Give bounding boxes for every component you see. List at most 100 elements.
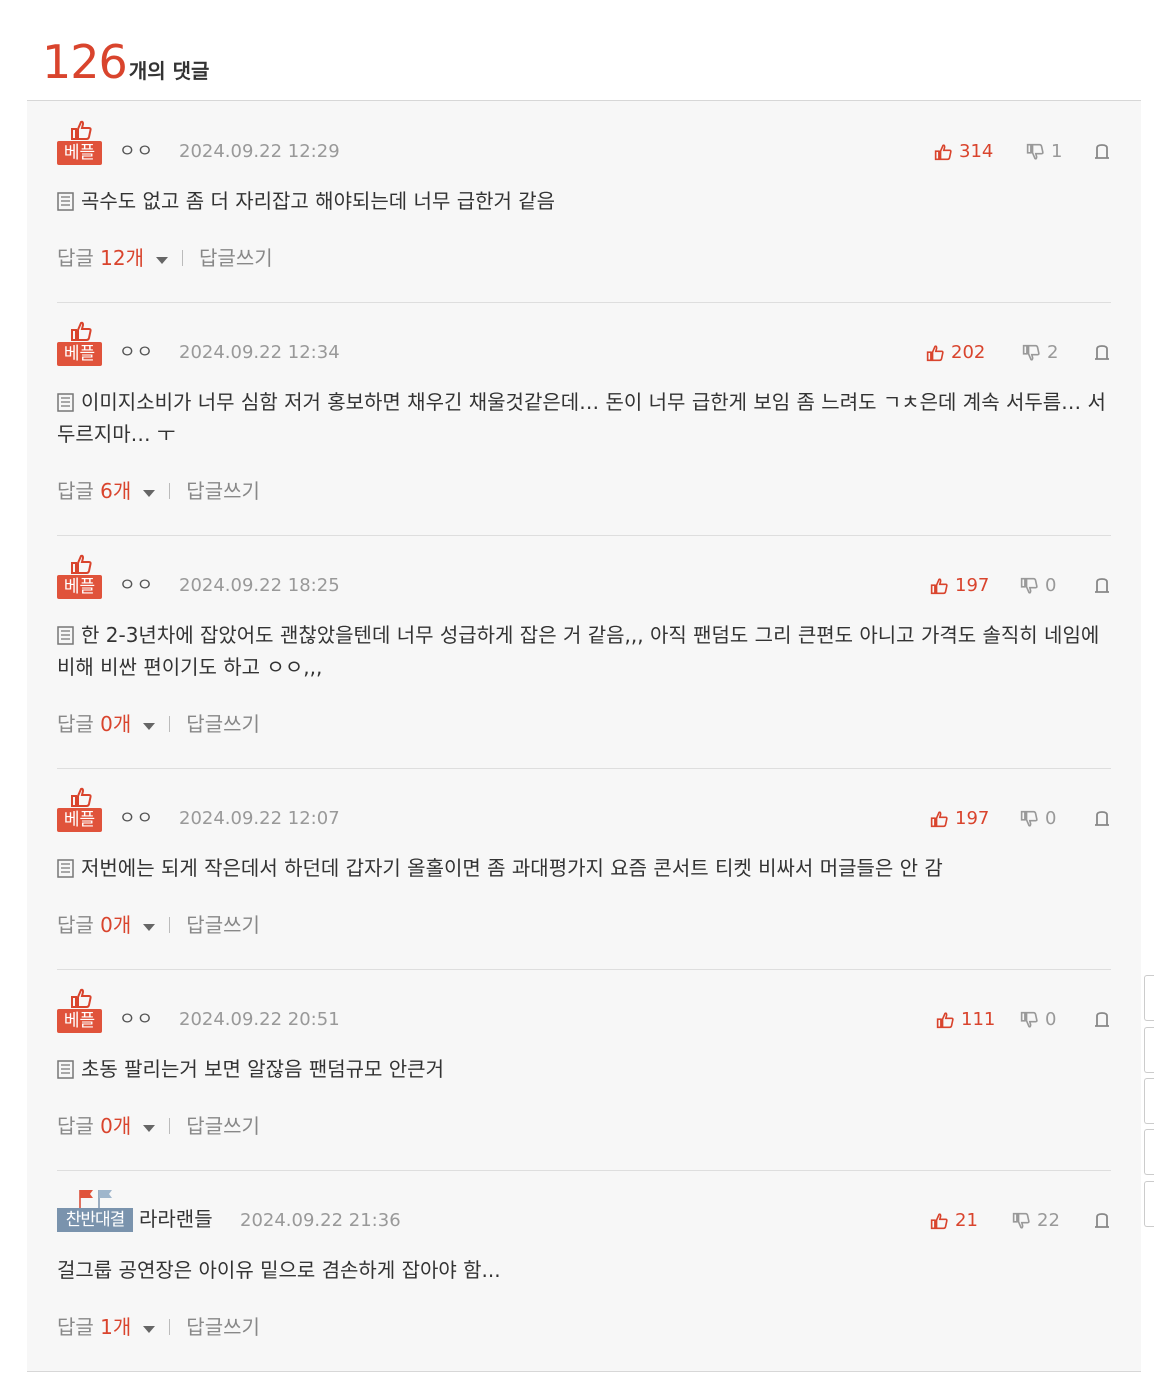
reply-count: 6개 [100, 479, 132, 503]
reply-toggle[interactable]: 답글 1개 [57, 1314, 131, 1340]
upvote-count: 21 [955, 1210, 978, 1231]
comment-body: 곡수도 없고 좀 더 자리잡고 해야되는데 너무 급한거 같음 [57, 185, 1111, 217]
comment-header: 126 개의 댓글 [42, 36, 209, 88]
best-badge: 베플 [57, 320, 103, 368]
side-button[interactable] [1144, 1078, 1154, 1124]
chevron-down-icon[interactable] [156, 256, 169, 264]
downvote-button[interactable]: 0 [1019, 575, 1056, 597]
reply-bar: 답글 0개 답글쓰기 [57, 1113, 260, 1139]
report-icon[interactable] [1093, 1212, 1111, 1230]
downvote-button[interactable]: 0 [1019, 1009, 1056, 1031]
comment-item: 베플 ㅇㅇ 2024.09.22 12:29 314 1 곡수도 없고 좀 더 … [57, 119, 1111, 289]
upvote-button[interactable]: 197 [929, 575, 989, 597]
reply-write-button[interactable]: 답글쓰기 [199, 245, 273, 271]
downvote-count: 1 [1051, 141, 1063, 162]
author-name[interactable]: ㅇㅇ [119, 342, 154, 364]
comment-date: 2024.09.22 12:07 [179, 808, 340, 829]
reply-toggle[interactable]: 답글 0개 [57, 912, 131, 938]
chevron-down-icon[interactable] [143, 489, 156, 497]
upvote-button[interactable]: 21 [929, 1210, 978, 1232]
report-icon[interactable] [1093, 577, 1111, 595]
thumbs-down-icon [1012, 1212, 1030, 1229]
thumbs-up-icon [71, 321, 92, 341]
side-button[interactable] [1144, 1129, 1154, 1175]
reply-bar: 답글 0개 답글쓰기 [57, 711, 260, 737]
reply-toggle[interactable]: 답글 0개 [57, 1113, 131, 1139]
reply-label: 답글 [57, 479, 94, 503]
downvote-count: 0 [1045, 808, 1057, 829]
chevron-down-icon[interactable] [143, 1124, 156, 1132]
best-badge: 베플 [57, 987, 103, 1035]
comment-text: 걸그룹 공연장은 아이유 밑으로 겸손하게 잡아야 함... [57, 1258, 501, 1282]
thumbs-up-icon [71, 554, 92, 574]
reply-label: 답글 [57, 1114, 94, 1138]
comment-body: 걸그룹 공연장은 아이유 밑으로 겸손하게 잡아야 함... [57, 1254, 1111, 1286]
chevron-down-icon[interactable] [143, 923, 156, 931]
thumbs-up-icon [926, 345, 944, 362]
reply-bar: 답글 12개 답글쓰기 [57, 245, 273, 271]
side-button[interactable] [1144, 1181, 1154, 1227]
downvote-button[interactable]: 22 [1011, 1210, 1060, 1232]
reply-label: 답글 [57, 712, 94, 736]
author-name[interactable]: 라라랜들 [139, 1206, 213, 1232]
comment-body: 한 2-3년차에 잡았어도 괜찮았을텐데 너무 성급하게 잡은 거 같음,,, … [57, 619, 1111, 683]
reply-write-button[interactable]: 답글쓰기 [186, 1314, 260, 1340]
side-button[interactable] [1144, 1027, 1154, 1073]
reply-toggle[interactable]: 답글 0개 [57, 711, 131, 737]
reply-toggle[interactable]: 답글 6개 [57, 478, 131, 504]
upvote-button[interactable]: 314 [933, 141, 993, 163]
reply-write-button[interactable]: 답글쓰기 [186, 478, 260, 504]
author-name[interactable]: ㅇㅇ [119, 1009, 154, 1031]
reply-write-button[interactable]: 답글쓰기 [186, 711, 260, 737]
comment-list: 베플 ㅇㅇ 2024.09.22 12:29 314 1 곡수도 없고 좀 더 … [27, 100, 1141, 1372]
upvote-count: 111 [961, 1009, 996, 1030]
upvote-count: 197 [955, 575, 990, 596]
author-name[interactable]: ㅇㅇ [119, 141, 154, 163]
comment-text: 이미지소비가 너무 심함 저거 홍보하면 채우긴 채울것같은데… 돈이 너무 급… [57, 390, 1106, 446]
downvote-count: 2 [1047, 342, 1059, 363]
upvote-button[interactable]: 202 [925, 342, 985, 364]
comment-item: 베플 ㅇㅇ 2024.09.22 12:07 197 0 저번에는 되게 작은데… [57, 786, 1111, 956]
best-label: 베플 [57, 1009, 102, 1033]
thumbs-up-icon [71, 787, 92, 807]
comment-date: 2024.09.22 12:29 [179, 141, 340, 162]
side-button[interactable] [1144, 975, 1154, 1021]
downvote-button[interactable]: 0 [1019, 808, 1056, 830]
document-icon [57, 859, 74, 878]
thumbs-up-icon [930, 578, 948, 595]
comment-body: 이미지소비가 너무 심함 저거 홍보하면 채우긴 채울것같은데… 돈이 너무 급… [57, 386, 1111, 450]
reply-bar: 답글 1개 답글쓰기 [57, 1314, 260, 1340]
author-name[interactable]: ㅇㅇ [119, 808, 154, 830]
comment-body: 초동 팔리는거 보면 알잖음 팬덤규모 안큰거 [57, 1053, 1111, 1085]
thumbs-up-icon [930, 1213, 948, 1230]
best-label: 베플 [57, 575, 102, 599]
best-label: 베플 [57, 342, 102, 366]
chevron-down-icon[interactable] [143, 1325, 156, 1333]
author-name[interactable]: ㅇㅇ [119, 575, 154, 597]
thumbs-down-icon [1020, 810, 1038, 827]
comment-count: 126 [42, 35, 128, 89]
best-label: 베플 [57, 808, 102, 832]
reply-write-button[interactable]: 답글쓰기 [186, 1113, 260, 1139]
best-badge: 베플 [57, 553, 103, 601]
report-icon[interactable] [1093, 1011, 1111, 1029]
downvote-button[interactable]: 2 [1021, 342, 1058, 364]
downvote-count: 0 [1045, 1009, 1057, 1030]
divider [169, 483, 171, 499]
reply-label: 답글 [57, 246, 94, 270]
upvote-button[interactable]: 197 [929, 808, 989, 830]
report-icon[interactable] [1093, 344, 1111, 362]
report-icon[interactable] [1093, 810, 1111, 828]
thumbs-down-icon [1026, 143, 1044, 160]
downvote-count: 22 [1037, 1210, 1060, 1231]
reply-write-button[interactable]: 답글쓰기 [186, 912, 260, 938]
comment-item: 베플 ㅇㅇ 2024.09.22 12:34 202 2 이미지소비가 너무 심… [57, 320, 1111, 520]
reply-count: 0개 [100, 913, 132, 937]
reply-toggle[interactable]: 답글 12개 [57, 245, 144, 271]
comment-text: 저번에는 되게 작은데서 하던데 갑자기 올홀이면 좀 과대평가지 요즘 콘서트… [81, 856, 943, 880]
report-icon[interactable] [1093, 143, 1111, 161]
thumbs-up-icon [934, 144, 952, 161]
downvote-button[interactable]: 1 [1025, 141, 1062, 163]
upvote-button[interactable]: 111 [935, 1009, 995, 1031]
chevron-down-icon[interactable] [143, 722, 156, 730]
